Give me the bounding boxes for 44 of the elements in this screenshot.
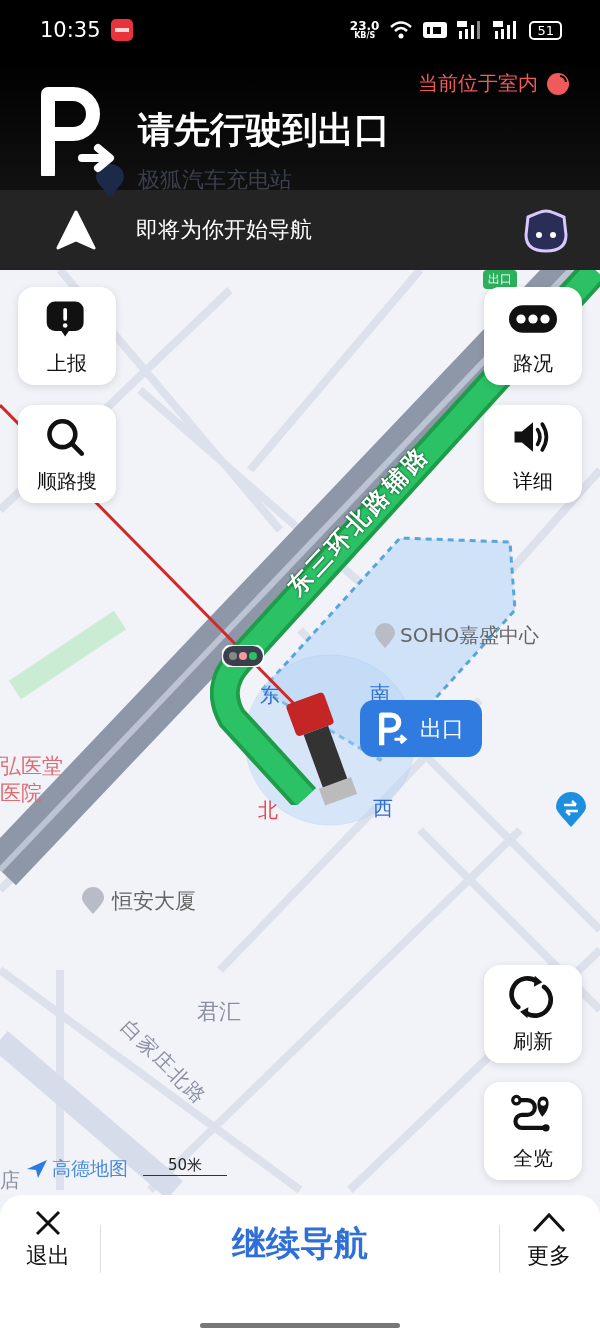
- app-notification-icon: [110, 19, 133, 41]
- wifi-icon: [389, 21, 414, 39]
- poi-label: SOHO嘉盛中心: [400, 622, 540, 649]
- exit-button[interactable]: 退出: [26, 1209, 70, 1271]
- refresh-button[interactable]: 刷新: [484, 965, 582, 1063]
- battery-indicator: 51: [529, 20, 562, 40]
- search-button[interactable]: 顺路搜: [18, 405, 116, 503]
- charging-station-label: 极狐汽车充电站: [138, 166, 292, 194]
- network-speed: 23.0 KB/S: [349, 20, 380, 40]
- map-logo-icon: [26, 1159, 48, 1179]
- building-pin-icon: [375, 623, 395, 649]
- indoor-notice: 当前位于室内: [418, 70, 538, 97]
- exit-pin-icon: [556, 792, 586, 828]
- traffic-button[interactable]: 路况: [484, 287, 582, 385]
- scale-bar: 50米: [143, 1156, 227, 1176]
- parking-exit-icon: [376, 711, 410, 746]
- hd-icon: [423, 22, 448, 38]
- continue-navigation-button[interactable]: 继续导航: [200, 1221, 400, 1267]
- assistant-icon[interactable]: [522, 207, 570, 253]
- district-label: 君汇: [197, 998, 241, 1026]
- exit-callout[interactable]: 出口: [360, 700, 482, 757]
- compass-label: 北: [258, 797, 278, 824]
- poi-label: 店: [0, 1167, 20, 1194]
- poi-label: 弘医堂: [0, 753, 63, 780]
- overview-button[interactable]: 全览: [484, 1082, 582, 1180]
- traffic-light-icon: [222, 645, 264, 667]
- exit-tag: 出口: [483, 270, 517, 289]
- compass-label: 西: [373, 795, 393, 822]
- building-pin-icon: [82, 887, 104, 915]
- sound-button[interactable]: 详细: [484, 405, 582, 503]
- road-label: 东三环北路辅路: [280, 438, 437, 603]
- report-button[interactable]: 上报: [18, 287, 116, 385]
- compass-label: 东: [260, 682, 280, 709]
- poi-label: 医院: [0, 780, 42, 807]
- close-icon: [34, 1209, 62, 1237]
- navigation-status: 即将为你开始导航: [136, 216, 313, 244]
- poi-label: 恒安大厦: [112, 888, 196, 915]
- map-brand: 高德地图: [52, 1156, 128, 1181]
- status-time: 10:35: [40, 18, 101, 42]
- instruction-text: 请先行驶到出口: [138, 108, 390, 152]
- navigation-arrow-icon: [56, 210, 96, 250]
- exit-callout-label: 出口: [420, 714, 464, 743]
- charging-pin-icon: [96, 164, 124, 198]
- more-button[interactable]: 更多: [527, 1209, 571, 1271]
